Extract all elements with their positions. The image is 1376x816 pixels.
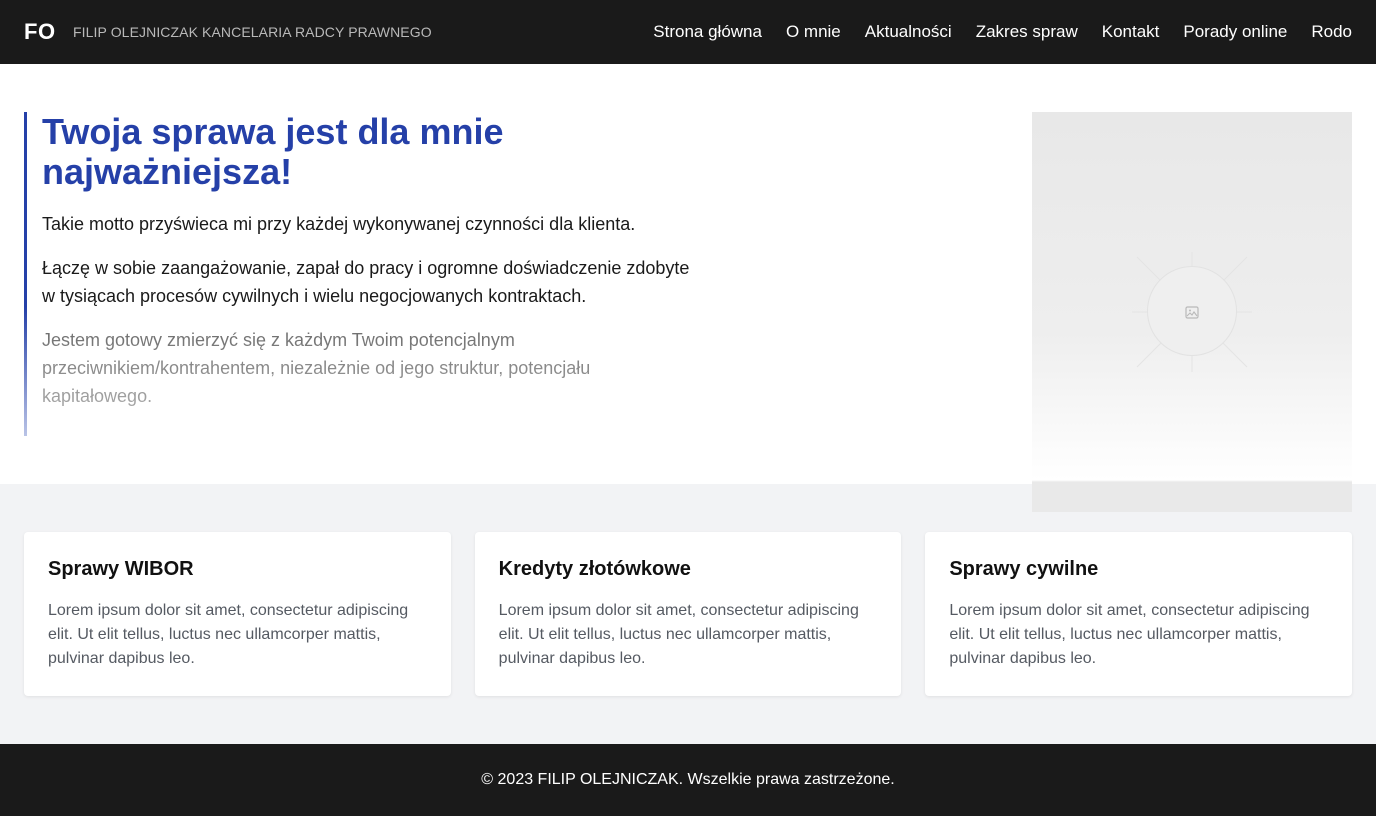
services-cards: Sprawy WIBOR Lorem ipsum dolor sit amet,… (24, 532, 1353, 696)
nav-link-online-advice[interactable]: Porady online (1183, 22, 1287, 42)
hero-paragraph-experience: Łączę w sobie zaangażowanie, zapał do pr… (42, 258, 690, 306)
hero-accent-bar (24, 112, 27, 436)
hero-text-block: Twoja sprawa jest dla mnie najważniejsza… (24, 112, 704, 436)
service-card-wibor[interactable]: Sprawy WIBOR Lorem ipsum dolor sit amet,… (24, 532, 451, 696)
site-logo[interactable]: FO (24, 19, 56, 45)
main-nav: Strona główna O mnie Aktualności Zakres … (653, 22, 1352, 42)
service-card-text: Lorem ipsum dolor sit amet, consectetur … (949, 602, 1310, 667)
nav-link-home[interactable]: Strona główna (653, 22, 762, 42)
hero-paragraph-motto: Takie motto przyświeca mi przy każdej wy… (42, 214, 636, 234)
service-card-text: Lorem ipsum dolor sit amet, consectetur … (48, 602, 409, 667)
image-placeholder-icon (1185, 306, 1199, 319)
nav-link-about[interactable]: O mnie (786, 22, 841, 42)
footer-copyright: © 2023 FILIP OLEJNICZAK. Wszelkie prawa … (481, 771, 895, 788)
firm-name: FILIP OLEJNICZAK KANCELARIA RADCY PRAWNE… (73, 24, 432, 40)
nav-link-contact[interactable]: Kontakt (1102, 22, 1160, 42)
nav-link-rodo[interactable]: Rodo (1311, 22, 1352, 42)
service-card-civil-cases[interactable]: Sprawy cywilne Lorem ipsum dolor sit ame… (925, 532, 1353, 696)
nav-link-news[interactable]: Aktualności (865, 22, 952, 42)
hero-paragraph-readiness: Jestem gotowy zmierzyć się z każdym Twoi… (42, 326, 704, 410)
service-card-title: Sprawy WIBOR (48, 558, 194, 580)
top-navbar: FO FILIP OLEJNICZAK KANCELARIA RADCY PRA… (0, 0, 1376, 64)
service-card-pln-loans[interactable]: Kredyty złotówkowe Lorem ipsum dolor sit… (474, 532, 902, 696)
service-card-text: Lorem ipsum dolor sit amet, consectetur … (498, 602, 859, 667)
service-card-title: Sprawy cywilne (949, 558, 1099, 580)
site-footer: © 2023 FILIP OLEJNICZAK. Wszelkie prawa … (0, 744, 1376, 816)
hero-title: Twoja sprawa jest dla mnie najważniejsza… (42, 111, 504, 192)
nav-link-practice-areas[interactable]: Zakres spraw (976, 22, 1078, 42)
service-card-title: Kredyty złotówkowe (498, 558, 691, 580)
